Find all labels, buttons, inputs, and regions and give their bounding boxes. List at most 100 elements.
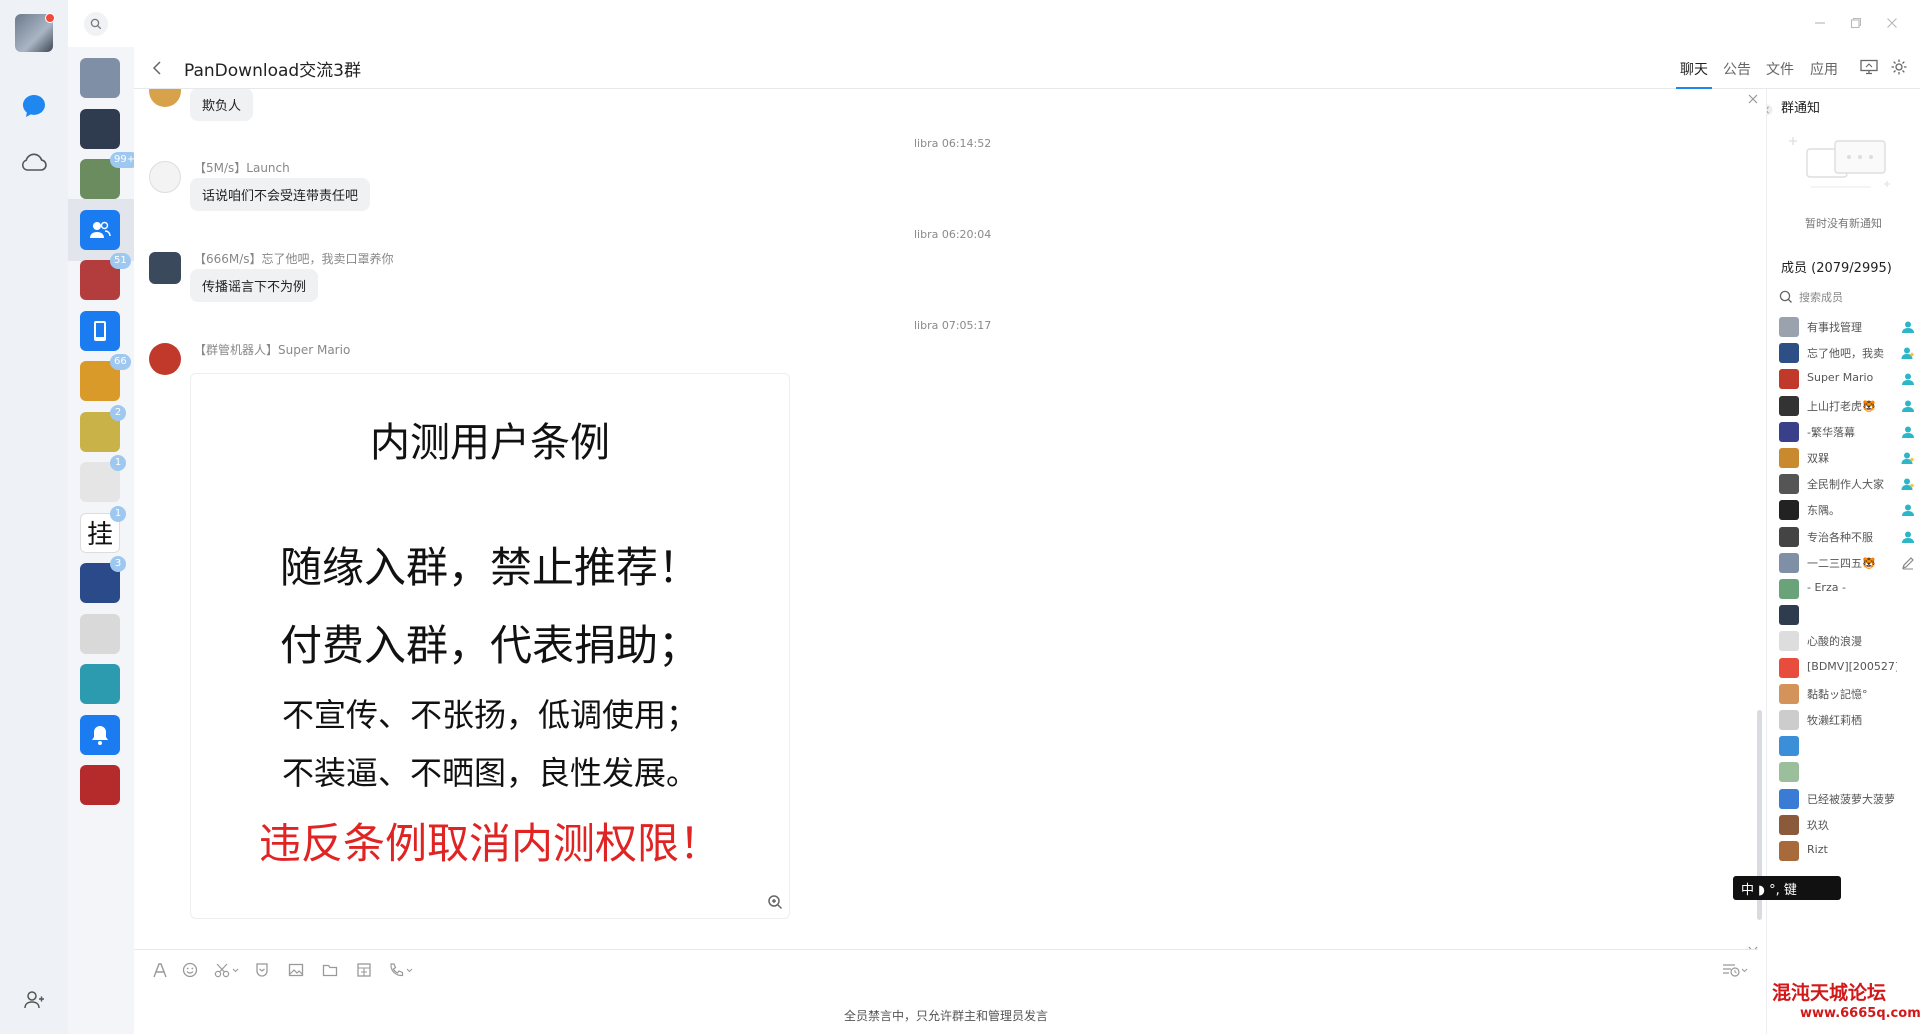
member-avatar <box>1779 579 1799 599</box>
zoom-in-icon[interactable] <box>767 894 783 914</box>
close-window-button[interactable] <box>1883 14 1901 32</box>
collapse-panel-icon[interactable] <box>1767 101 1773 120</box>
message-avatar[interactable] <box>149 161 181 193</box>
member-item[interactable]: 一二三四五🐯 <box>1779 549 1919 575</box>
chat-bubble-icon[interactable] <box>18 90 50 122</box>
close-panel-icon[interactable] <box>1748 89 1758 108</box>
tab-announcement[interactable]: 公告 <box>1723 59 1751 79</box>
composer: 全员禁言中，只允许群主和管理员发言 <box>134 949 1758 1034</box>
member-avatar <box>1779 395 1799 416</box>
member-avatar <box>1779 841 1799 861</box>
back-button[interactable] <box>152 60 162 80</box>
member-name: 专治各种不服 <box>1807 530 1873 544</box>
message-avatar[interactable] <box>149 89 181 107</box>
rules-image[interactable]: 内测用户条例 随缘入群，禁止推荐！ 付费入群，代表捐助； 不宣传、不张扬，低调使… <box>190 373 790 919</box>
scissors-icon[interactable] <box>212 960 242 980</box>
mute-notice: 全员禁言中，只允许群主和管理员发言 <box>843 1009 1048 1023</box>
tab-chat[interactable]: 聊天 <box>1680 59 1708 79</box>
rules-line: 付费入群，代表捐助； <box>279 621 700 670</box>
member-item[interactable]: 忘了他吧，我卖 <box>1779 339 1919 365</box>
rules-title: 内测用户条例 <box>370 420 610 466</box>
message-sender[interactable]: 【666M/s】忘了他吧，我卖口罩养你 <box>194 250 394 267</box>
folder-icon[interactable] <box>320 960 340 980</box>
watermark-url: www.6665q.com <box>1800 1006 1920 1021</box>
member-avatar <box>1779 552 1799 573</box>
member-item[interactable]: 全民制作人大家 <box>1779 470 1919 496</box>
cloud-icon[interactable] <box>18 146 50 178</box>
notice-title: 群通知 <box>1781 101 1821 116</box>
message-avatar[interactable] <box>149 343 181 375</box>
minimize-button[interactable] <box>1811 14 1829 32</box>
admin-role-icon <box>1901 319 1915 338</box>
search-icon <box>90 18 102 30</box>
member-name: Super Mario <box>1807 371 1874 385</box>
gear-icon <box>1891 59 1907 75</box>
member-item[interactable]: Rizt <box>1779 837 1919 863</box>
member-item[interactable]: 上山打老虎🐯 <box>1779 392 1919 418</box>
message-avatar[interactable] <box>149 252 181 284</box>
chat-area: 欺负人 libra 06:14:52 【5M/s】Launch 话说咱们不会受连… <box>134 89 1758 949</box>
monitor-icon <box>1860 59 1878 75</box>
member-item[interactable]: 牧濑红莉栖 <box>1779 706 1919 732</box>
favorite-icon[interactable] <box>252 960 272 980</box>
member-name: 玖玖 <box>1807 818 1829 832</box>
message-bubble[interactable]: 欺负人 <box>190 89 254 121</box>
tab-files[interactable]: 文件 <box>1766 59 1794 79</box>
history-icon[interactable] <box>1720 960 1750 980</box>
font-icon[interactable] <box>150 960 170 980</box>
member-name: 东隅。 <box>1807 504 1840 518</box>
member-item[interactable]: 已经被菠萝大菠萝 <box>1779 785 1919 811</box>
member-search-placeholder: 搜索成员 <box>1799 291 1843 304</box>
member-item[interactable]: 专治各种不服 <box>1779 523 1919 549</box>
member-item[interactable]: 黏黏ッ記憶° <box>1779 680 1919 706</box>
red-packet-icon[interactable] <box>354 960 374 980</box>
search-icon <box>1779 290 1792 303</box>
message-sender[interactable]: 【群管机器人】Super Mario <box>194 341 350 358</box>
top-bar <box>68 0 1920 47</box>
admin-role-icon <box>1901 345 1915 364</box>
member-name: 一二三四五🐯 <box>1807 556 1876 570</box>
member-avatar <box>1779 421 1799 442</box>
search-button[interactable] <box>84 12 108 36</box>
member-item[interactable]: - Erza - <box>1779 575 1919 601</box>
member-item[interactable]: 玖玖 <box>1779 811 1919 837</box>
member-item[interactable] <box>1779 732 1919 758</box>
member-avatar <box>1779 317 1799 337</box>
member-item[interactable] <box>1779 758 1919 784</box>
ime-status: 中 ◗ °, 键 <box>1741 882 1797 898</box>
member-name: 已经被菠萝大菠萝 <box>1807 792 1895 806</box>
member-item[interactable] <box>1779 601 1919 627</box>
member-name: -繁华落幕 <box>1807 425 1855 439</box>
conversation-avatar <box>80 613 120 654</box>
phone-call-icon[interactable] <box>386 960 416 980</box>
member-item[interactable]: [BDMV][200527] V <box>1779 654 1919 680</box>
member-item[interactable]: -繁华落幕 <box>1779 418 1919 444</box>
tab-apps[interactable]: 应用 <box>1810 59 1838 79</box>
maximize-button[interactable] <box>1847 14 1865 32</box>
member-search[interactable]: 搜索成员 <box>1779 289 1843 305</box>
member-item[interactable]: 双槑 <box>1779 444 1919 470</box>
emoji-icon[interactable] <box>180 960 200 980</box>
member-item[interactable]: 东隅。 <box>1779 496 1919 522</box>
image-icon[interactable] <box>286 960 306 980</box>
screen-share-button[interactable] <box>1860 59 1878 79</box>
member-item[interactable]: 有事找管理 <box>1779 313 1919 339</box>
member-name: 上山打老虎🐯 <box>1807 399 1876 413</box>
message-bubble[interactable]: 传播谣言下不为例 <box>190 269 319 302</box>
chat-title: PanDownload交流3群 <box>184 61 361 81</box>
settings-button[interactable] <box>1890 58 1908 80</box>
member-item[interactable]: Super Mario <box>1779 365 1919 391</box>
conversation-avatar <box>80 108 120 149</box>
conversation-avatar <box>80 58 120 98</box>
contacts-icon[interactable] <box>18 984 50 1016</box>
message-bubble[interactable]: 话说咱们不会受连带责任吧 <box>190 178 371 211</box>
conversation-item[interactable] <box>68 754 134 816</box>
member-item[interactable]: 心酸的浪漫 <box>1779 627 1919 653</box>
ime-toolbar[interactable]: 中 ◗ °, 键 <box>1733 876 1841 900</box>
chevron-down-icon[interactable] <box>1748 939 1758 949</box>
member-name: 全民制作人大家 <box>1807 478 1884 492</box>
message-sender[interactable]: 【5M/s】Launch <box>194 159 290 176</box>
message-timestamp: libra 07:05:17 <box>914 319 992 332</box>
unread-badge: 2 <box>110 404 126 421</box>
rules-line: 不装逼、不晒图，良性发展。 <box>281 754 698 792</box>
